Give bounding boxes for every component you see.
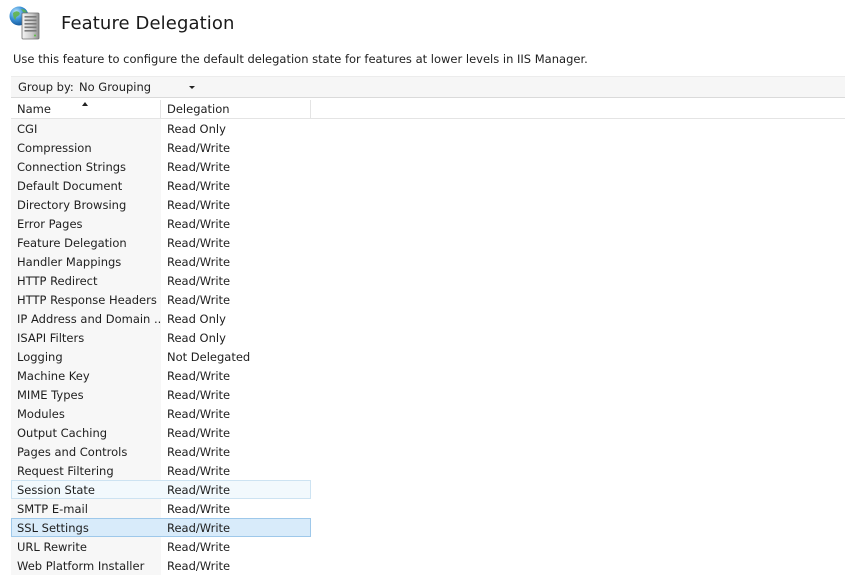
delegation-cell: Read/Write xyxy=(167,198,231,212)
page-title: Feature Delegation xyxy=(61,12,235,34)
feature-name-cell: Handler Mappings xyxy=(11,252,161,271)
group-by-dropdown[interactable]: No Grouping xyxy=(79,78,197,96)
feature-name-cell: Web Platform Installer xyxy=(11,556,161,575)
table-row[interactable]: Directory Browsing Read/Write xyxy=(11,195,845,214)
table-row[interactable]: Error Pages Read/Write xyxy=(11,214,845,233)
table-row[interactable]: Default Document Read/Write xyxy=(11,176,845,195)
table-row[interactable]: Feature Delegation Read/Write xyxy=(11,233,845,252)
column-header-delegation[interactable]: Delegation xyxy=(161,100,311,118)
feature-list[interactable]: Name Delegation CGI Read Only Compression R… xyxy=(11,100,845,580)
delegation-cell: Read/Write xyxy=(167,521,231,535)
feature-name-cell: Default Document xyxy=(11,176,161,195)
feature-name-cell: SMTP E-mail xyxy=(11,499,161,518)
column-header-delegation-label: Delegation xyxy=(167,102,230,116)
table-row[interactable]: SMTP E-mail Read/Write xyxy=(11,499,845,518)
feature-name-cell: Error Pages xyxy=(11,214,161,233)
delegation-cell: Read/Write xyxy=(167,388,231,402)
table-row[interactable]: ISAPI Filters Read Only xyxy=(11,328,845,347)
table-row[interactable]: Connection Strings Read/Write xyxy=(11,157,845,176)
delegation-cell: Read/Write xyxy=(167,217,231,231)
delegation-cell: Read/Write xyxy=(167,236,231,250)
table-row[interactable]: MIME Types Read/Write xyxy=(11,385,845,404)
delegation-cell: Read/Write xyxy=(167,464,231,478)
delegation-cell: Read/Write xyxy=(167,293,231,307)
feature-name-cell: Connection Strings xyxy=(11,157,161,176)
group-by-value: No Grouping xyxy=(79,80,152,94)
list-rows: CGI Read Only Compression Read/Write Connect… xyxy=(11,119,845,575)
table-row[interactable]: Output Caching Read/Write xyxy=(11,423,845,442)
delegation-cell: Read/Write xyxy=(167,540,231,554)
table-row[interactable]: CGI Read Only xyxy=(11,119,845,138)
feature-name-cell: SSL Settings xyxy=(17,521,89,535)
feature-name-cell: ISAPI Filters xyxy=(11,328,161,347)
feature-name-cell: IP Address and Domain ... xyxy=(11,309,161,328)
feature-name-cell: Logging xyxy=(11,347,161,366)
feature-name-cell: Feature Delegation xyxy=(11,233,161,252)
feature-name-cell: Directory Browsing xyxy=(11,195,161,214)
table-row[interactable]: Request Filtering Read/Write xyxy=(11,461,845,480)
table-row[interactable]: Machine Key Read/Write xyxy=(11,366,845,385)
feature-name-cell: URL Rewrite xyxy=(11,537,161,556)
table-row[interactable]: Session State Read/Write xyxy=(11,480,845,499)
delegation-cell: Read/Write xyxy=(167,179,231,193)
delegation-cell: Read/Write xyxy=(167,369,231,383)
table-row[interactable]: Handler Mappings Read/Write xyxy=(11,252,845,271)
table-row[interactable]: Pages and Controls Read/Write xyxy=(11,442,845,461)
feature-description: Use this feature to configure the defaul… xyxy=(13,52,588,66)
delegation-cell: Read/Write xyxy=(167,426,231,440)
delegation-cell: Read Only xyxy=(167,122,226,136)
globe-server-icon xyxy=(9,6,40,40)
feature-name-cell: Output Caching xyxy=(11,423,161,442)
feature-name-cell: CGI xyxy=(11,119,161,138)
feature-name-cell: Machine Key xyxy=(11,366,161,385)
table-row[interactable]: IP Address and Domain ... Read Only xyxy=(11,309,845,328)
table-row[interactable]: HTTP Response Headers Read/Write xyxy=(11,290,845,309)
table-row[interactable]: URL Rewrite Read/Write xyxy=(11,537,845,556)
delegation-cell: Read Only xyxy=(167,331,226,345)
page-header: Feature Delegation xyxy=(8,5,235,41)
delegation-cell: Read/Write xyxy=(167,559,231,573)
table-row[interactable]: Web Platform Installer Read/Write xyxy=(11,556,845,575)
list-header: Name Delegation xyxy=(11,100,845,119)
feature-name-cell: Request Filtering xyxy=(11,461,161,480)
table-row[interactable]: SSL Settings Read/Write xyxy=(11,518,845,537)
delegation-cell: Read/Write xyxy=(167,160,231,174)
feature-name-cell: Compression xyxy=(11,138,161,157)
delegation-cell: Read/Write xyxy=(167,407,231,421)
feature-name-cell: Pages and Controls xyxy=(11,442,161,461)
table-row[interactable]: Modules Read/Write xyxy=(11,404,845,423)
group-by-bar: Group by: No Grouping xyxy=(11,76,845,98)
feature-name-cell: Session State xyxy=(17,483,95,497)
delegation-cell: Read/Write xyxy=(167,502,231,516)
delegation-cell: Read/Write xyxy=(167,483,231,497)
delegation-cell: Read/Write xyxy=(167,141,231,155)
delegation-cell: Read Only xyxy=(167,312,226,326)
table-row[interactable]: HTTP Redirect Read/Write xyxy=(11,271,845,290)
chevron-down-icon xyxy=(189,86,195,89)
sort-ascending-icon xyxy=(82,102,88,106)
feature-name-cell: MIME Types xyxy=(11,385,161,404)
delegation-cell: Read/Write xyxy=(167,255,231,269)
table-row[interactable]: Compression Read/Write xyxy=(11,138,845,157)
table-row[interactable]: Logging Not Delegated xyxy=(11,347,845,366)
column-header-name-label: Name xyxy=(17,102,51,116)
feature-name-cell: Modules xyxy=(11,404,161,423)
group-by-label: Group by: xyxy=(18,80,74,94)
delegation-cell: Read/Write xyxy=(167,274,231,288)
delegation-cell: Not Delegated xyxy=(167,350,251,364)
feature-name-cell: HTTP Response Headers xyxy=(11,290,161,309)
delegation-cell: Read/Write xyxy=(167,445,231,459)
feature-name-cell: HTTP Redirect xyxy=(11,271,161,290)
column-header-name[interactable]: Name xyxy=(11,100,161,118)
